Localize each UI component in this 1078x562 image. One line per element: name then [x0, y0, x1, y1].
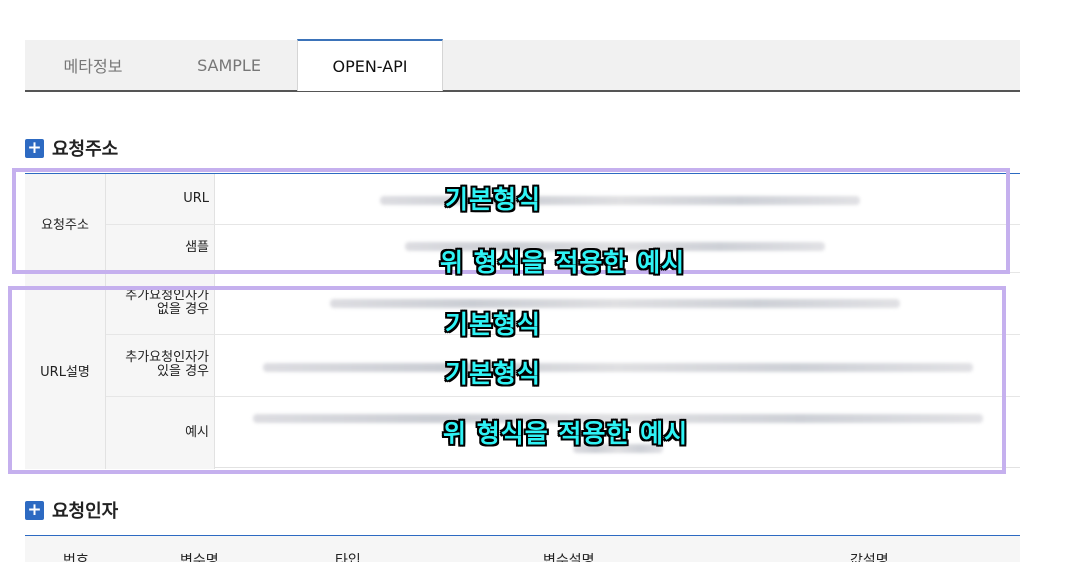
- column-header-variable-name: 변수명: [180, 553, 219, 562]
- tab-meta-info[interactable]: 메타정보: [25, 40, 161, 90]
- section-header-request-params: + 요청인자: [25, 497, 118, 523]
- column-header-value-desc: 값설명: [850, 553, 889, 562]
- request-params-table-header: 번호 변수명 타입 변수설명 값설명: [25, 535, 1020, 562]
- annotation-text: 위 형식을 적용한 예시: [440, 248, 686, 277]
- column-header-type: 타입: [335, 553, 361, 562]
- tab-bar: 메타정보 SAMPLE OPEN-API: [25, 39, 1020, 92]
- column-header-number: 번호: [63, 553, 89, 562]
- plus-icon: +: [25, 500, 44, 520]
- section-title: 요청주소: [52, 139, 119, 160]
- annotation-text: 위 형식을 적용한 예시: [443, 419, 689, 448]
- tab-open-api[interactable]: OPEN-API: [297, 39, 443, 91]
- annotation-text: 기본형식: [445, 310, 542, 339]
- tab-sample[interactable]: SAMPLE: [161, 40, 297, 90]
- plus-icon: +: [25, 138, 44, 158]
- column-header-variable-desc: 변수설명: [543, 553, 595, 562]
- annotation-text: 기본형식: [445, 359, 542, 388]
- section-header-request-address: + 요청주소: [25, 135, 118, 161]
- section-title: 요청인자: [52, 501, 119, 522]
- annotation-text: 기본형식: [445, 185, 542, 214]
